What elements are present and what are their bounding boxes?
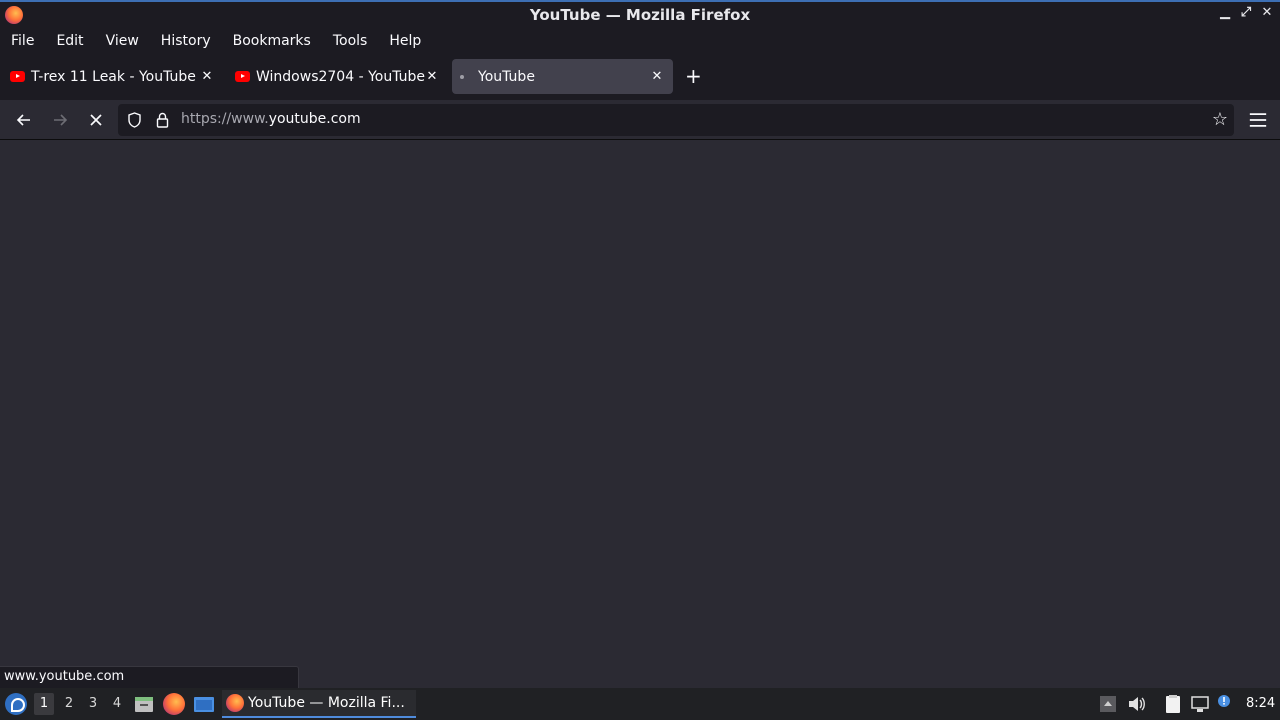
hamburger-menu-icon[interactable] <box>1249 113 1267 127</box>
terminal-icon[interactable] <box>193 693 215 715</box>
file-manager-icon[interactable] <box>133 693 155 715</box>
youtube-icon <box>235 71 250 82</box>
tab-windows2704[interactable]: Windows2704 - YouTube ✕ <box>235 59 445 94</box>
menu-bar: File Edit View History Bookmarks Tools H… <box>0 28 1280 54</box>
close-window-icon[interactable]: ✕ <box>1258 5 1276 20</box>
firefox-icon <box>226 694 244 712</box>
notification-icon[interactable] <box>1215 692 1235 712</box>
window-title: YouTube — Mozilla Firefox <box>529 6 751 24</box>
menu-tools[interactable]: Tools <box>322 28 379 54</box>
maximize-icon[interactable]: ⤢ <box>1237 5 1255 20</box>
lock-icon[interactable] <box>156 112 169 128</box>
new-tab-icon[interactable]: + <box>685 66 702 86</box>
minimize-icon[interactable]: ▁ <box>1216 5 1234 20</box>
tab-label: T-rex 11 Leak - YouTube <box>31 68 196 85</box>
back-arrow-icon[interactable] <box>12 108 36 132</box>
menu-edit[interactable]: Edit <box>45 28 94 54</box>
close-tab-icon[interactable]: ✕ <box>649 69 665 84</box>
menu-help[interactable]: Help <box>378 28 432 54</box>
firefox-icon <box>5 6 23 24</box>
menu-bookmarks[interactable]: Bookmarks <box>222 28 322 54</box>
forward-arrow-icon[interactable] <box>48 108 72 132</box>
tab-strip: T-rex 11 Leak - YouTube ✕ Windows2704 - … <box>0 54 1280 100</box>
workspace-4[interactable]: 4 <box>110 696 124 711</box>
tab-label: YouTube <box>478 68 535 85</box>
tray-up-arrow-icon[interactable] <box>1098 694 1118 714</box>
stop-loading-icon[interactable] <box>84 108 108 132</box>
start-menu-icon[interactable] <box>5 693 27 715</box>
url-text[interactable]: https://www.youtube.com <box>181 111 361 127</box>
tab-label: Windows2704 - YouTube <box>256 68 426 85</box>
url-bar[interactable]: https://www.youtube.com ☆ <box>118 104 1234 136</box>
clipboard-icon[interactable] <box>1163 694 1183 714</box>
youtube-icon <box>10 71 25 82</box>
menu-file[interactable]: File <box>0 28 45 54</box>
menu-history[interactable]: History <box>150 28 222 54</box>
taskbar: 1 2 3 4 YouTube — Mozilla Fi... 8:24 <box>0 688 1280 720</box>
window-titlebar: YouTube — Mozilla Firefox ▁ ⤢ ✕ <box>0 0 1280 28</box>
loading-dot-icon <box>460 74 464 79</box>
navigation-toolbar: https://www.youtube.com ☆ <box>0 100 1280 140</box>
close-tab-icon[interactable]: ✕ <box>424 69 440 84</box>
task-label: YouTube — Mozilla Fi... <box>248 695 405 711</box>
close-tab-icon[interactable]: ✕ <box>199 69 215 84</box>
tab-youtube[interactable]: YouTube ✕ <box>452 59 673 94</box>
workspace-3[interactable]: 3 <box>86 696 100 711</box>
tracking-protection-shield-icon[interactable] <box>128 112 141 128</box>
volume-icon[interactable] <box>1126 694 1146 714</box>
tab-trex-leak[interactable]: T-rex 11 Leak - YouTube ✕ <box>10 59 220 94</box>
firefox-launcher-icon[interactable] <box>163 693 185 715</box>
workspace-2[interactable]: 2 <box>62 696 76 711</box>
clock[interactable]: 8:24 <box>1246 696 1275 711</box>
network-icon[interactable] <box>1190 694 1210 714</box>
status-panel: www.youtube.com <box>0 666 299 688</box>
menu-view[interactable]: View <box>95 28 150 54</box>
page-content <box>0 141 1280 688</box>
taskbar-task-firefox[interactable]: YouTube — Mozilla Fi... <box>222 690 416 718</box>
bookmark-star-icon[interactable]: ☆ <box>1212 109 1228 130</box>
workspace-1[interactable]: 1 <box>34 693 54 715</box>
